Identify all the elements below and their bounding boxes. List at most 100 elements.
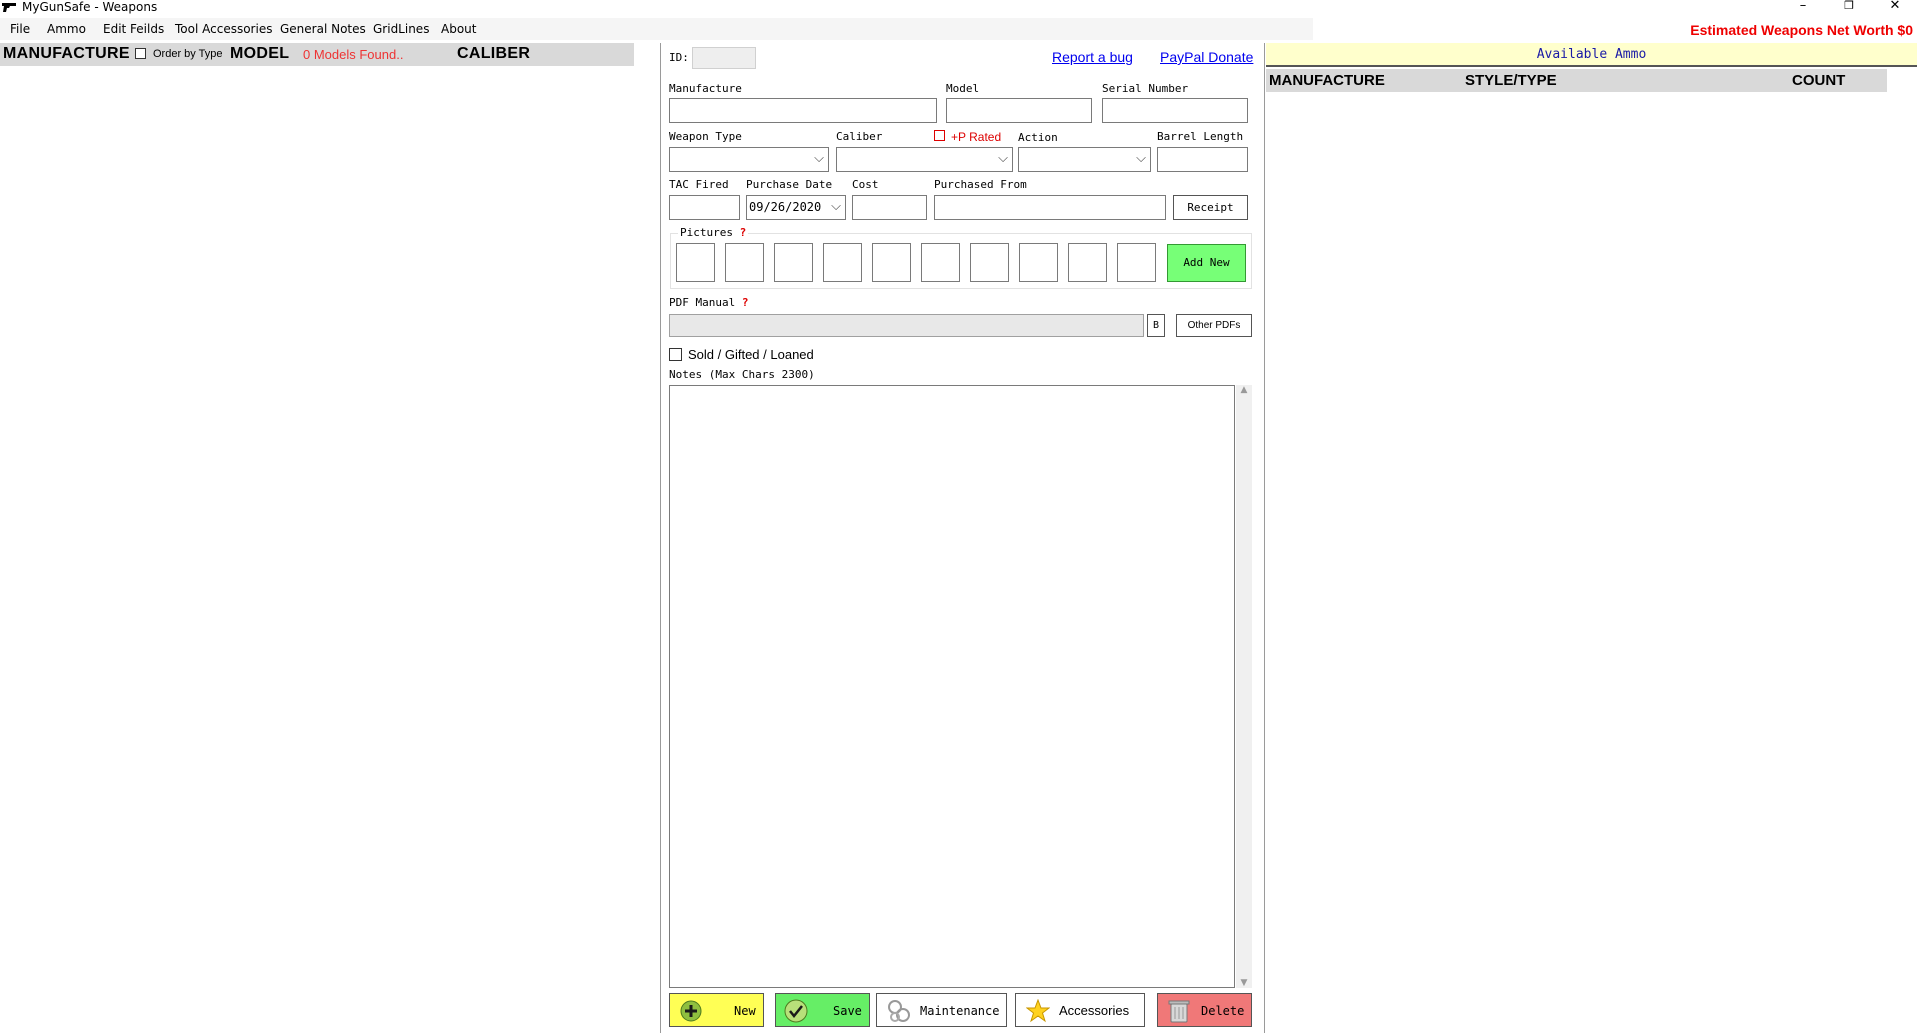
picture-slot[interactable]	[1117, 243, 1156, 282]
chevron-down-icon: ⌵	[1136, 151, 1146, 166]
maintenance-button-label: Maintenance	[920, 1004, 1000, 1018]
browse-pdf-button[interactable]: B	[1147, 314, 1165, 337]
tac-fired-input[interactable]	[669, 195, 740, 220]
restore-button[interactable]: ❐	[1834, 0, 1864, 14]
menu-tool-accessories[interactable]: Tool Accessories	[175, 22, 272, 36]
manufacture-input[interactable]	[669, 98, 937, 123]
plus-icon	[680, 1000, 702, 1022]
purchased-from-label: Purchased From	[934, 178, 1027, 191]
weapons-list[interactable]	[0, 66, 658, 1033]
ammo-col-manufacture[interactable]: MANUFACTURE	[1269, 72, 1385, 89]
delete-button[interactable]: Delete	[1157, 993, 1252, 1027]
menu-gridlines[interactable]: GridLines	[373, 22, 429, 36]
save-button[interactable]: Save	[775, 993, 870, 1027]
pdf-help-icon[interactable]: ?	[742, 296, 749, 309]
star-icon	[1026, 999, 1050, 1023]
picture-slot[interactable]	[1068, 243, 1107, 282]
net-worth-label: Estimated Weapons Net Worth $0	[1690, 22, 1913, 38]
order-by-type-checkbox[interactable]	[135, 48, 146, 59]
delete-button-label: Delete	[1201, 1004, 1245, 1018]
model-label: Model	[946, 82, 980, 95]
caliber-label: Caliber	[836, 130, 883, 143]
accessories-button-label: Accessories	[1059, 1003, 1130, 1018]
col-model[interactable]: MODEL	[230, 45, 289, 63]
scroll-down-icon[interactable]: ▼	[1236, 978, 1252, 988]
manufacture-label: Manufacture	[669, 82, 742, 95]
action-select[interactable]: ⌵	[1018, 147, 1151, 172]
cost-input[interactable]	[852, 195, 927, 220]
sold-gifted-loaned-checkbox[interactable]	[669, 348, 682, 361]
cost-label: Cost	[852, 178, 879, 191]
weapon-type-select[interactable]: ⌵	[669, 147, 829, 172]
menu-general-notes[interactable]: General Notes	[280, 22, 366, 36]
barrel-length-label: Barrel Length	[1157, 130, 1244, 143]
model-input[interactable]	[946, 98, 1092, 123]
add-new-picture-button[interactable]: Add New	[1167, 244, 1246, 282]
picture-slot[interactable]	[676, 243, 715, 282]
picture-slot[interactable]	[1019, 243, 1058, 282]
divider	[660, 43, 661, 1033]
menu-edit-fields[interactable]: Edit Feilds	[103, 22, 164, 36]
serial-number-input[interactable]	[1102, 98, 1248, 123]
ammo-col-count[interactable]: COUNT	[1792, 72, 1845, 89]
menu-file[interactable]: File	[10, 22, 30, 36]
notes-textarea[interactable]	[669, 385, 1235, 988]
purchased-from-input[interactable]	[934, 195, 1166, 220]
serial-number-label: Serial Number	[1102, 82, 1189, 95]
action-label: Action	[1018, 131, 1058, 144]
plus-p-rated-checkbox[interactable]	[934, 130, 945, 141]
scroll-up-icon[interactable]: ▲	[1236, 385, 1252, 395]
pistol-icon	[2, 3, 16, 12]
picture-slot[interactable]	[872, 243, 911, 282]
picture-slot[interactable]	[823, 243, 862, 282]
pdf-manual-label: PDF Manual ?	[669, 296, 749, 309]
col-caliber[interactable]: CALIBER	[457, 45, 530, 63]
menu-ammo[interactable]: Ammo	[47, 22, 86, 36]
tac-fired-label: TAC Fired	[669, 178, 729, 191]
available-ammo-title: Available Ammo	[1536, 47, 1647, 62]
col-manufacture[interactable]: MANUFACTURE	[3, 45, 130, 63]
other-pdfs-button[interactable]: Other PDFs	[1176, 314, 1252, 337]
notes-label: Notes (Max Chars 2300)	[669, 368, 815, 381]
purchase-date-label: Purchase Date	[746, 178, 833, 191]
check-icon	[784, 999, 808, 1023]
order-by-type-label: Order by Type	[153, 48, 223, 60]
pictures-help-icon[interactable]: ?	[740, 226, 747, 239]
models-found-label: 0 Models Found..	[303, 47, 404, 62]
new-button[interactable]: New	[669, 993, 764, 1027]
receipt-button[interactable]: Receipt	[1173, 195, 1248, 220]
title-bar	[0, 0, 1917, 16]
purchase-date-picker[interactable]: 09/26/2020 ⌵	[746, 195, 846, 220]
chevron-down-icon: ⌵	[998, 151, 1008, 166]
gears-icon	[888, 1000, 910, 1022]
report-bug-link[interactable]: Report a bug	[1052, 49, 1133, 65]
caliber-select[interactable]: ⌵	[836, 147, 1013, 172]
id-field	[692, 47, 756, 69]
save-button-label: Save	[833, 1004, 862, 1018]
window-title: MyGunSafe - Weapons	[22, 0, 158, 14]
maintenance-button[interactable]: Maintenance	[876, 993, 1007, 1027]
id-label: ID:	[669, 51, 689, 64]
trash-icon	[1168, 1000, 1190, 1023]
new-button-label: New	[734, 1004, 756, 1018]
minimize-button[interactable]: –	[1788, 0, 1818, 14]
weapon-type-label: Weapon Type	[669, 130, 742, 143]
ammo-col-style-type[interactable]: STYLE/TYPE	[1465, 72, 1557, 89]
notes-scrollbar[interactable]: ▲ ▼	[1236, 385, 1252, 988]
picture-slot[interactable]	[970, 243, 1009, 282]
chevron-down-icon: ⌵	[831, 199, 841, 214]
accessories-button[interactable]: Accessories	[1015, 993, 1145, 1027]
barrel-length-input[interactable]	[1157, 147, 1248, 172]
ammo-list[interactable]	[1266, 92, 1917, 1033]
close-button[interactable]: ✕	[1880, 0, 1910, 14]
menu-about[interactable]: About	[441, 22, 476, 36]
picture-slot[interactable]	[725, 243, 764, 282]
chevron-down-icon: ⌵	[814, 151, 824, 166]
plus-p-rated-label: +P Rated	[951, 130, 1002, 144]
divider	[1264, 43, 1265, 1033]
sold-gifted-loaned-label: Sold / Gifted / Loaned	[688, 347, 814, 362]
picture-slot[interactable]	[921, 243, 960, 282]
paypal-donate-link[interactable]: PayPal Donate	[1160, 49, 1253, 65]
picture-slot[interactable]	[774, 243, 813, 282]
purchase-date-value: 09/26/2020	[749, 200, 822, 214]
